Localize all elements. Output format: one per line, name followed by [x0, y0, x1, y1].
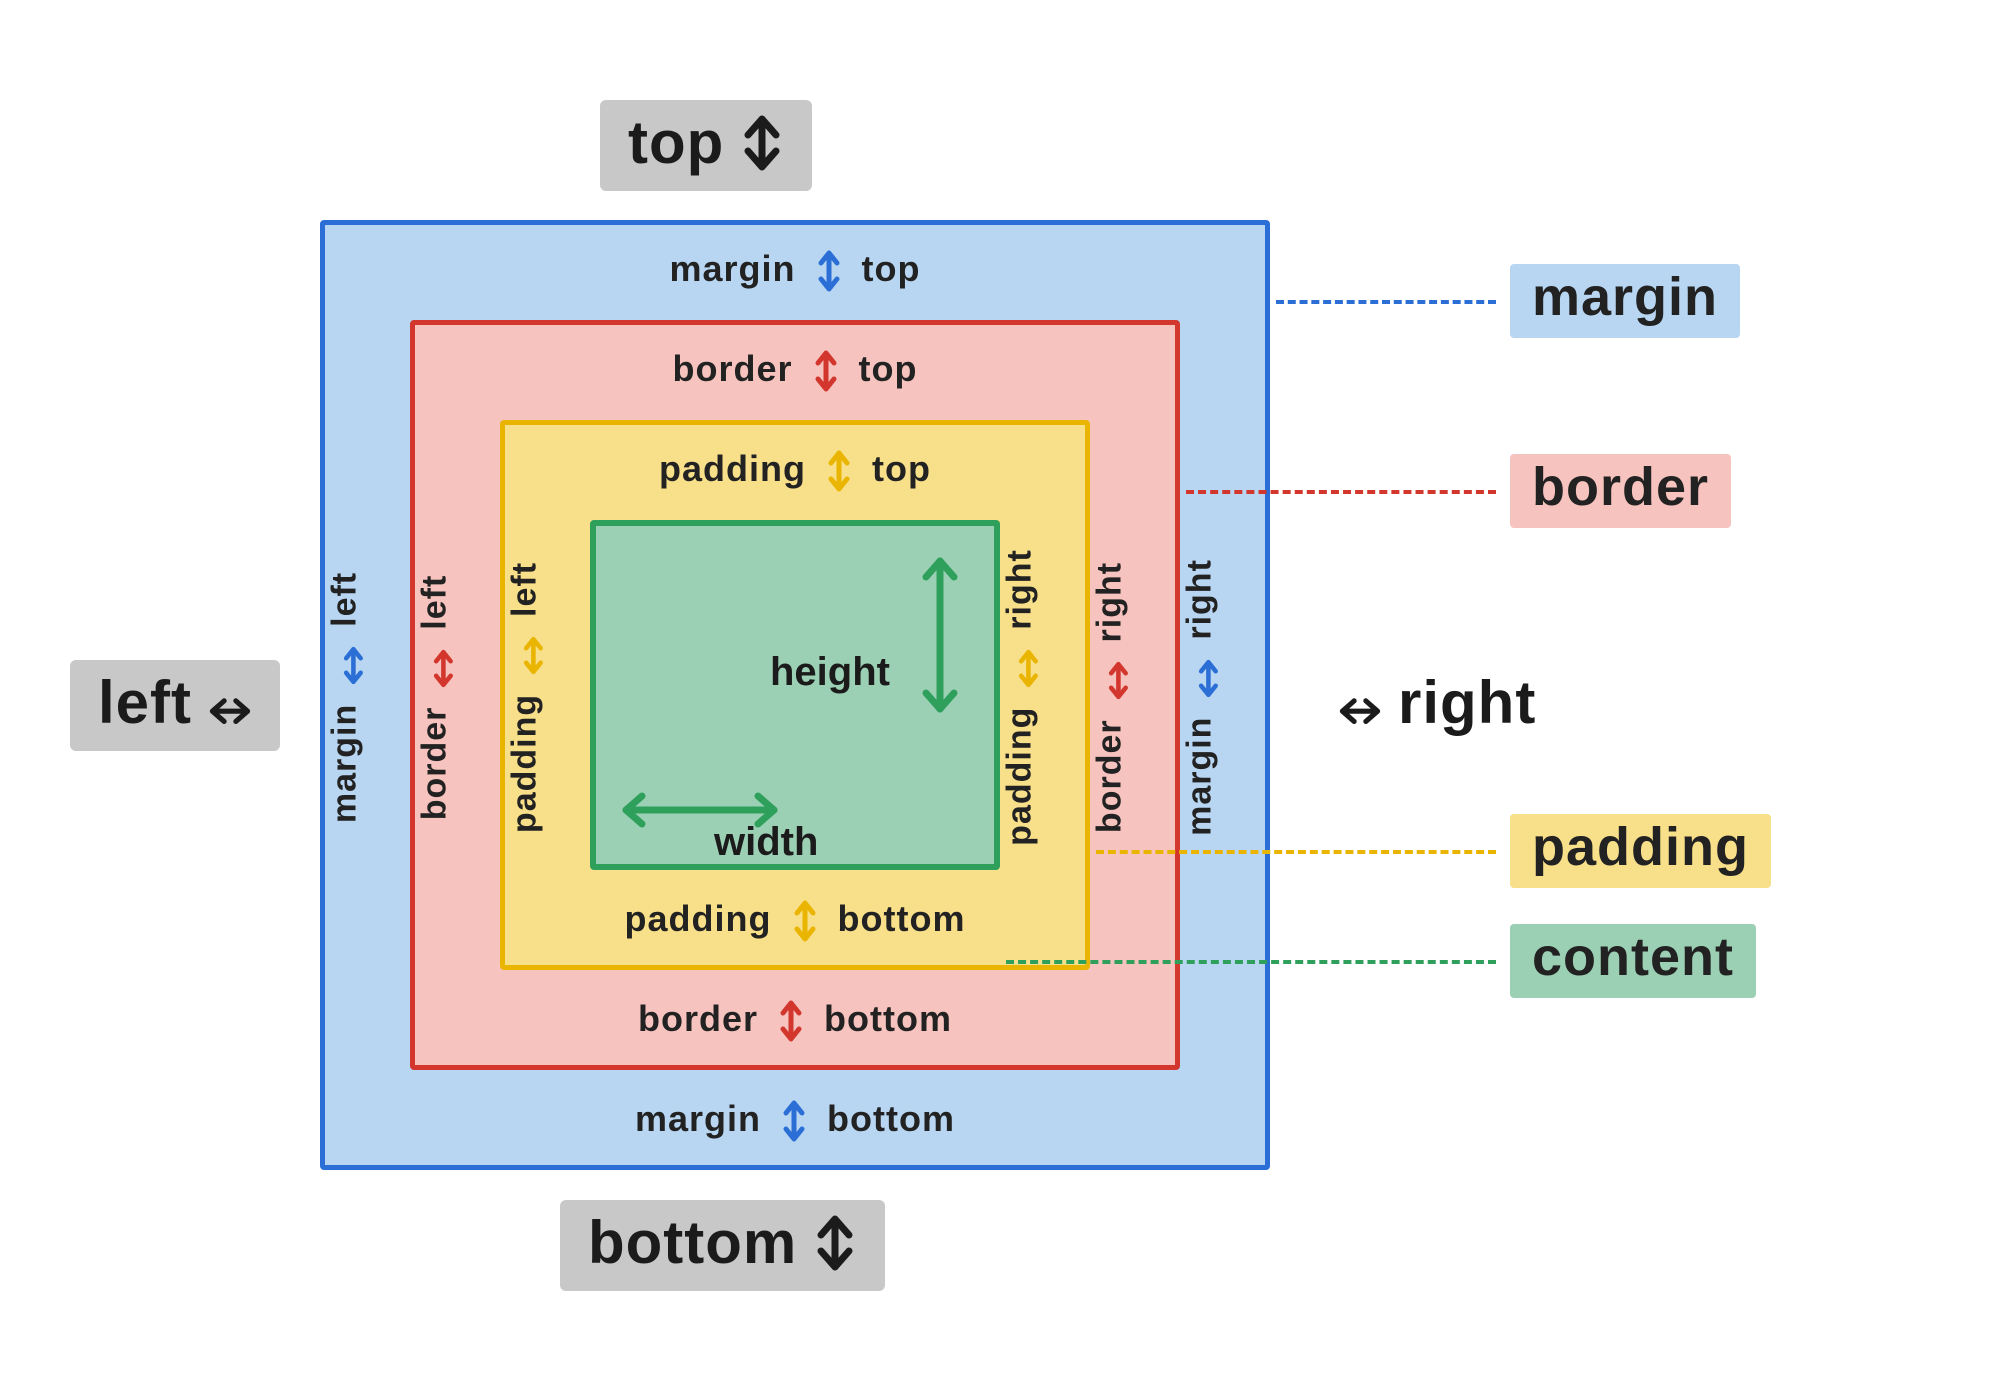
- legend-content: content: [1510, 924, 1756, 998]
- padding-right-label: padding right: [1001, 508, 1040, 888]
- updown-arrow-icon: [814, 349, 838, 393]
- position-left-chip: left: [70, 660, 280, 751]
- border-left-label: border left: [416, 508, 455, 888]
- padding-bottom-label: padding bottom: [585, 898, 1005, 943]
- position-bottom-label: bottom: [588, 1208, 797, 1277]
- content-width-label: width: [714, 820, 818, 865]
- content-height-label: height: [770, 650, 890, 695]
- leftright-arrow-icon: [515, 635, 539, 675]
- position-right-chip: right: [1310, 660, 1564, 751]
- updown-arrow-icon: [779, 999, 803, 1043]
- legend-margin: margin: [1510, 264, 1740, 338]
- margin-bottom-label: margin bottom: [585, 1098, 1005, 1143]
- updown-arrow-icon: [740, 113, 784, 173]
- leftright-arrow-icon: [1010, 648, 1034, 688]
- position-left-label: left: [98, 668, 192, 737]
- connector-padding: [1096, 850, 1496, 854]
- leftright-arrow-icon: [208, 673, 252, 733]
- updown-arrow-icon: [817, 249, 841, 293]
- border-top-label: border top: [585, 348, 1005, 393]
- connector-content: [1006, 960, 1496, 964]
- position-top-chip: top: [600, 100, 812, 191]
- legend-border: border: [1510, 454, 1731, 528]
- leftright-arrow-icon: [425, 648, 449, 688]
- padding-left-label: padding left: [506, 508, 545, 888]
- margin-right-label: margin right: [1181, 508, 1220, 888]
- leftright-arrow-icon: [1190, 658, 1214, 698]
- connector-margin: [1276, 300, 1496, 304]
- updown-arrow-icon: [793, 899, 817, 943]
- connector-border: [1186, 490, 1496, 494]
- leftright-arrow-icon: [1100, 661, 1124, 701]
- position-top-label: top: [628, 108, 724, 177]
- legend-padding: padding: [1510, 814, 1771, 888]
- leftright-arrow-icon: [335, 645, 359, 685]
- diagram-stage: top bottom left right margin top margin …: [0, 0, 1999, 1397]
- updown-arrow-icon: [813, 1213, 857, 1273]
- margin-top-label: margin top: [585, 248, 1005, 293]
- margin-left-label: margin left: [326, 508, 365, 888]
- position-bottom-chip: bottom: [560, 1200, 885, 1291]
- leftright-arrow-icon: [1338, 673, 1382, 733]
- height-arrow-icon: [920, 555, 960, 715]
- updown-arrow-icon: [827, 449, 851, 493]
- updown-arrow-icon: [782, 1099, 806, 1143]
- border-right-label: border right: [1091, 508, 1130, 888]
- border-bottom-label: border bottom: [585, 998, 1005, 1043]
- padding-top-label: padding top: [585, 448, 1005, 493]
- position-right-label: right: [1398, 668, 1536, 737]
